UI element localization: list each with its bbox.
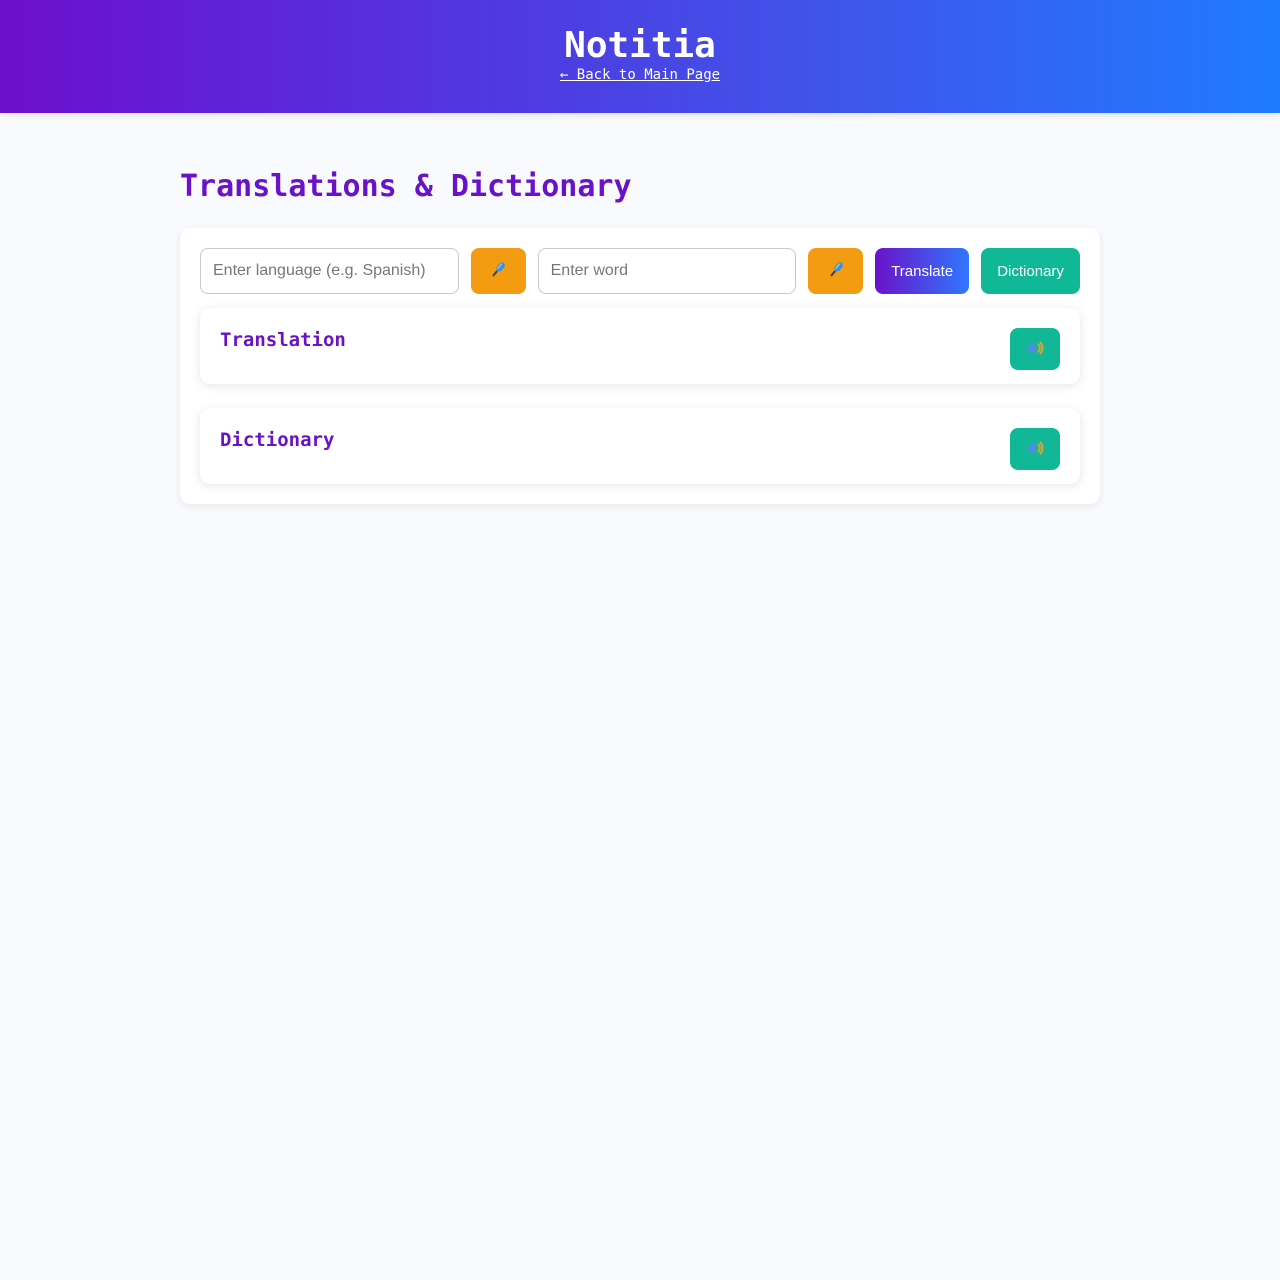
dictionary-card: Dictionary (200, 408, 1080, 484)
speaker-icon (1023, 336, 1047, 363)
dictionary-button[interactable]: Dictionary (981, 248, 1080, 294)
language-input[interactable] (200, 248, 459, 294)
word-mic-button[interactable] (808, 248, 864, 294)
app-title: Notitia (564, 25, 716, 66)
controls-row: Translate Dictionary (200, 248, 1080, 294)
translation-title: Translation (220, 329, 346, 351)
translation-card: Translation (200, 308, 1080, 384)
page-title: Translations & Dictionary (180, 169, 632, 204)
main-content: Translations & Dictionary Enter language… (180, 113, 1100, 504)
speaker-icon (1023, 436, 1047, 463)
app-header: Notitia ← Back to Main Page (0, 0, 1280, 113)
dictionary-title: Dictionary (220, 429, 335, 451)
speak-translation-button[interactable] (1010, 328, 1060, 370)
speak-dictionary-button[interactable] (1010, 428, 1060, 470)
translate-button[interactable]: Translate (875, 248, 970, 294)
word-input[interactable] (537, 248, 797, 294)
microphone-icon (825, 259, 847, 284)
microphone-icon (487, 259, 509, 284)
back-to-main-link[interactable]: ← Back to Main Page (0, 66, 1280, 84)
language-mic-button[interactable] (470, 248, 526, 294)
translation-panel: Translate Dictionary Translation Diction… (180, 228, 1100, 504)
